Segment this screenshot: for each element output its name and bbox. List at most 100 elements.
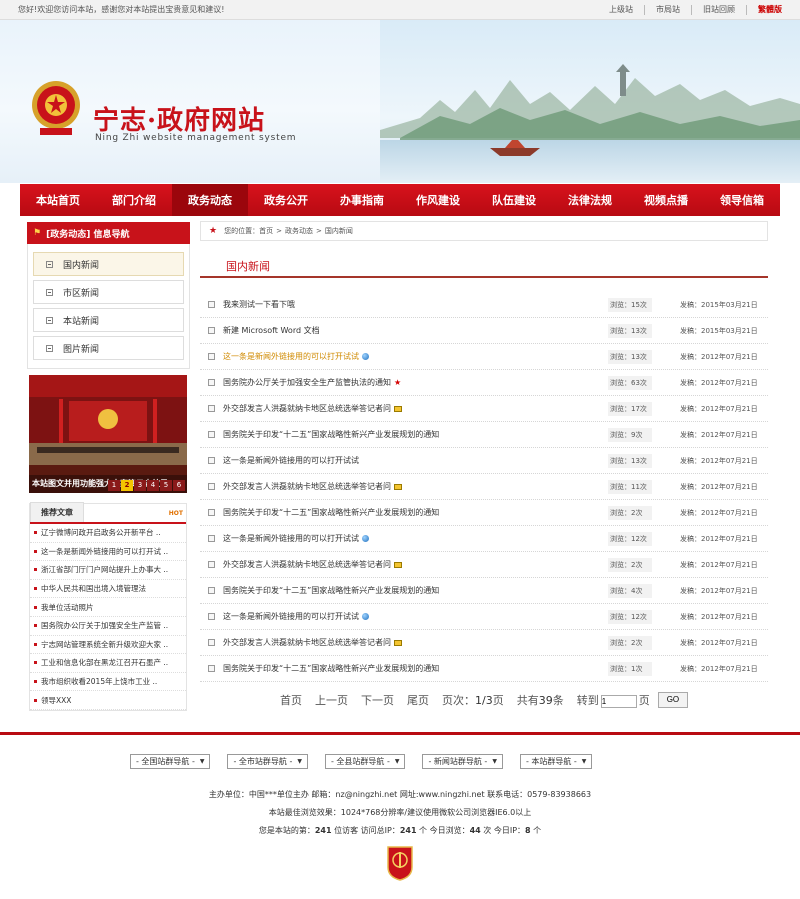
list-item[interactable]: 国务院办公厅关于加强安全生产监管 .. xyxy=(30,617,186,636)
select-national-sites[interactable]: - 全国站群导航 - ▼ xyxy=(130,754,211,769)
sidebar-item-site[interactable]: 本站新闻 xyxy=(33,308,184,332)
link-old-site[interactable]: 旧站回顾 xyxy=(703,4,735,15)
bullet-icon xyxy=(34,568,37,572)
news-title-link[interactable]: 外交部发言人洪磊就纳卡地区总统选举答记者问 xyxy=(223,403,402,414)
view-count: 浏览：2次 xyxy=(608,636,652,650)
news-title-link[interactable]: 外交部发言人洪磊就纳卡地区总统选举答记者问 xyxy=(223,559,402,570)
news-title-link[interactable]: 国务院办公厅关于加强安全生产监管执法的通知 ★ xyxy=(223,377,401,388)
news-row[interactable]: 国务院关于印发“十二五”国家战略性新兴产业发展规划的通知 浏览：2次 发稿：2012… xyxy=(200,500,768,526)
total-suffix: 条 xyxy=(552,694,564,707)
news-row[interactable]: 外交部发言人洪磊就纳卡地区总统选举答记者问 浏览：17次 发稿：2012年07月21… xyxy=(200,396,768,422)
breadcrumb-current[interactable]: 国内新闻 xyxy=(325,226,353,236)
news-row[interactable]: 外交部发言人洪磊就纳卡地区总统选举答记者问 浏览：2次 发稿：2012年07月21日 xyxy=(200,552,768,578)
news-row[interactable]: 国务院关于印发“十二五”国家战略性新兴产业发展规划的通知 浏览：9次 发稿：2012… xyxy=(200,422,768,448)
slide-page-4[interactable]: 4 xyxy=(147,480,159,491)
link-parent-site[interactable]: 上级站 xyxy=(609,4,633,15)
slide-page-1[interactable]: 1 xyxy=(108,480,120,491)
news-row[interactable]: 这一条是新闻外链接用的可以打开试试 浏览：12次 发稿：2012年07月21日 xyxy=(200,604,768,630)
news-title-link[interactable]: 这一条是新闻外链接用的可以打开试试 xyxy=(223,351,369,362)
list-item-label: 我市组织收看2015年上饶市工业 .. xyxy=(41,677,158,687)
stats-label: 次 今日IP： xyxy=(480,826,526,835)
news-row[interactable]: 外交部发言人洪磊就纳卡地区总统选举答记者问 浏览：2次 发稿：2012年07月21日 xyxy=(200,630,768,656)
news-row[interactable]: 国务院关于印发“十二五”国家战略性新兴产业发展规划的通知 浏览：4次 发稿：2012… xyxy=(200,578,768,604)
publish-date: 发稿：2012年07月21日 xyxy=(680,508,758,517)
nav-home[interactable]: 本站首页 xyxy=(20,184,96,216)
nav-public-affairs[interactable]: 政务公开 xyxy=(248,184,324,216)
sidebar-item-domestic[interactable]: 国内新闻 xyxy=(33,252,184,276)
list-bullet-icon xyxy=(208,379,215,386)
news-title-link[interactable]: 国务院关于印发“十二五”国家战略性新兴产业发展规划的通知 xyxy=(223,663,439,674)
photo-slideshow[interactable]: 本站图文并用功能强大大家演示去效果 1 2 3 4 5 6 xyxy=(29,375,187,493)
news-title: 外交部发言人洪磊就纳卡地区总统选举答记者问 xyxy=(223,404,391,413)
nav-video[interactable]: 视频点播 xyxy=(628,184,704,216)
visitor-number: 241 xyxy=(314,826,332,835)
page-last[interactable]: 尾页 xyxy=(407,692,429,708)
list-item[interactable]: 我单位活动照片 xyxy=(30,598,186,617)
list-item[interactable]: 领导XXX xyxy=(30,691,186,710)
party-government-seal-icon[interactable] xyxy=(385,845,415,881)
news-title-link[interactable]: 外交部发言人洪磊就纳卡地区总统选举答记者问 xyxy=(223,481,402,492)
list-item[interactable]: 宁志网站管理系统全新升级欢迎大家 .. xyxy=(30,636,186,655)
list-item[interactable]: 我市组织收看2015年上饶市工业 .. xyxy=(30,673,186,692)
go-button[interactable]: GO xyxy=(657,692,689,708)
select-news-sites[interactable]: - 新闻站群导航 - ▼ xyxy=(422,754,503,769)
publish-date: 发稿：2012年07月21日 xyxy=(680,664,758,673)
news-row[interactable]: 新建 Microsoft Word 文档 浏览：13次 发稿：2015年03月21日 xyxy=(200,318,768,344)
news-row[interactable]: 外交部发言人洪磊就纳卡地区总统选举答记者问 浏览：11次 发稿：2012年07月21… xyxy=(200,474,768,500)
goto-page-input[interactable] xyxy=(600,695,637,708)
publish-date: 发稿：2012年07月21日 xyxy=(680,430,758,439)
news-row[interactable]: 国务院关于印发“十二五”国家战略性新兴产业发展规划的通知 浏览：1次 发稿：2012… xyxy=(200,656,768,682)
news-title-link[interactable]: 这一条是新闻外链接用的可以打开试试 xyxy=(223,611,369,622)
view-count: 浏览：11次 xyxy=(608,480,652,494)
page-first[interactable]: 首页 xyxy=(280,692,302,708)
top-links: 上级站 市局站 旧站回顾 繁體版 xyxy=(609,4,782,15)
list-item[interactable]: 浙江省部门厅门户网站提升上办事大 .. xyxy=(30,561,186,580)
news-list: 我来测试一下看下哦 浏览：15次 发稿：2015年03月21日 新建 Microsof… xyxy=(200,292,768,682)
news-title-link[interactable]: 国务院关于印发“十二五”国家战略性新兴产业发展规划的通知 xyxy=(223,429,439,440)
slide-page-5[interactable]: 5 xyxy=(160,480,172,491)
select-city-sites[interactable]: - 全市站群导航 - ▼ xyxy=(227,754,308,769)
list-item[interactable]: 辽宁微博问政开启政务公开新平台 .. xyxy=(30,524,186,543)
page-next[interactable]: 下一页 xyxy=(361,692,394,708)
page-prev[interactable]: 上一页 xyxy=(315,692,348,708)
slide-page-6[interactable]: 6 xyxy=(173,480,185,491)
nav-laws[interactable]: 法律法规 xyxy=(552,184,628,216)
nav-departments[interactable]: 部门介绍 xyxy=(96,184,172,216)
select-this-site-group[interactable]: - 本站群导航 - ▼ xyxy=(519,754,593,769)
select-county-sites[interactable]: - 全县站群导航 - ▼ xyxy=(324,754,406,769)
news-title-link[interactable]: 我来测试一下看下哦 xyxy=(223,299,295,310)
list-item-label: 辽宁微博问政开启政务公开新平台 .. xyxy=(41,528,161,538)
goto-prefix: 转到 xyxy=(576,694,599,707)
select-label: - 全县站群导航 - xyxy=(330,757,390,766)
news-title-link[interactable]: 这一条是新闻外链接用的可以打开试试 xyxy=(223,533,369,544)
nav-news[interactable]: 政务动态 xyxy=(172,184,248,216)
nav-team[interactable]: 队伍建设 xyxy=(476,184,552,216)
news-row[interactable]: 国务院办公厅关于加强安全生产监管执法的通知 ★ 浏览：63次 发稿：2012年07月2… xyxy=(200,370,768,396)
news-row[interactable]: 这一条是新闻外链接用的可以打开试试 浏览：13次 发稿：2012年07月21日 xyxy=(200,344,768,370)
news-row[interactable]: 这一条是新闻外链接用的可以打开试试 浏览：12次 发稿：2012年07月21日 xyxy=(200,526,768,552)
breadcrumb-home[interactable]: 首页 xyxy=(259,226,273,236)
nav-conduct[interactable]: 作风建设 xyxy=(400,184,476,216)
bullet-icon xyxy=(34,698,37,702)
list-item[interactable]: 中华人民共和国出境入境管理法 xyxy=(30,580,186,599)
sidebar-item-photos[interactable]: 图片新闻 xyxy=(33,336,184,360)
news-title-link[interactable]: 新建 Microsoft Word 文档 xyxy=(223,325,320,336)
news-row[interactable]: 我来测试一下看下哦 浏览：15次 发稿：2015年03月21日 xyxy=(200,292,768,318)
slide-page-2[interactable]: 2 xyxy=(121,480,133,491)
link-traditional[interactable]: 繁體版 xyxy=(758,4,782,15)
nav-guide[interactable]: 办事指南 xyxy=(324,184,400,216)
list-item-label: 这一条是新闻外链接用的可以打开试 .. xyxy=(41,546,169,556)
list-bullet-icon xyxy=(208,613,215,620)
breadcrumb-news[interactable]: 政务动态 xyxy=(285,226,313,236)
list-item[interactable]: 这一条是新闻外链接用的可以打开试 .. xyxy=(30,543,186,562)
slide-page-3[interactable]: 3 xyxy=(134,480,146,491)
news-title-link[interactable]: 外交部发言人洪磊就纳卡地区总统选举答记者问 xyxy=(223,637,402,648)
news-title-link[interactable]: 国务院关于印发“十二五”国家战略性新兴产业发展规划的通知 xyxy=(223,507,439,518)
link-city-site[interactable]: 市局站 xyxy=(656,4,680,15)
news-title-link[interactable]: 国务院关于印发“十二五”国家战略性新兴产业发展规划的通知 xyxy=(223,585,439,596)
list-item[interactable]: 工业和信息化部在黑龙江召开石墨产 .. xyxy=(30,654,186,673)
news-title-link[interactable]: 这一条是新闻外链接用的可以打开试试 xyxy=(223,455,359,466)
news-row[interactable]: 这一条是新闻外链接用的可以打开试试 浏览：13次 发稿：2012年07月21日 xyxy=(200,448,768,474)
sidebar-item-city[interactable]: 市区新闻 xyxy=(33,280,184,304)
nav-mailbox[interactable]: 领导信箱 xyxy=(704,184,780,216)
